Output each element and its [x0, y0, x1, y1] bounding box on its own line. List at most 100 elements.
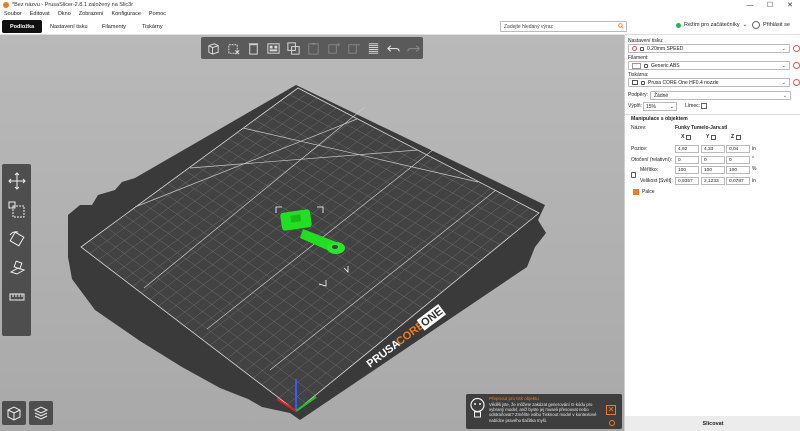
filament-color-swatch[interactable] [632, 62, 641, 69]
edit-printer-preset-icon[interactable] [793, 79, 800, 86]
3d-view-button[interactable] [2, 401, 26, 425]
filament-combo[interactable]: Generic ABS ⌄ [628, 61, 790, 70]
add-instance-button[interactable] [325, 40, 342, 57]
scale-y-input[interactable]: 100 [701, 166, 725, 174]
rotation-x-input[interactable]: 0 [675, 156, 699, 164]
search-icon [618, 23, 624, 29]
login-button[interactable]: Přihlásit se [752, 21, 790, 29]
mode-selector[interactable]: Režim pro začátečníky ⌄ [676, 22, 747, 28]
move-tool-button[interactable] [6, 170, 28, 192]
menu-window[interactable]: Okno [58, 11, 71, 17]
supports-combo[interactable]: Žádné ⌄ [650, 91, 791, 100]
minimize-button[interactable]: — [740, 0, 760, 10]
reset-icon[interactable] [736, 134, 742, 140]
title-bar: *Bez názvu - PrusaSlicer-2.8.1 založený … [0, 0, 800, 10]
print-settings-combo[interactable]: 0.20mm SPEED ⌄ [628, 44, 790, 53]
size-unit: in [752, 178, 756, 184]
menu-configuration[interactable]: Konfigurace [112, 11, 141, 17]
scale-x-input[interactable]: 100 [675, 166, 699, 174]
add-instance-icon [328, 42, 341, 54]
size-label: Velikost [Svět]: [640, 178, 673, 184]
close-notification-button[interactable]: ✕ [606, 405, 616, 415]
position-x-input[interactable]: 4,92 [675, 145, 699, 153]
edit-print-preset-icon[interactable] [793, 45, 800, 52]
slice-button[interactable]: Slicovat [625, 416, 800, 431]
arrange-icon [267, 42, 280, 54]
chevron-down-icon: ⌄ [782, 93, 787, 99]
menu-bar: Soubor Editovat Okno Zobrazení Konfigura… [0, 10, 800, 18]
window-controls: — ☐ ✕ [740, 0, 800, 10]
cut-tool-button[interactable] [6, 286, 28, 308]
copy-button[interactable] [285, 40, 302, 57]
delete-all-button[interactable] [245, 40, 262, 57]
add-button[interactable] [205, 40, 222, 57]
tab-bar: Podložka Nastavení tisku Filamenty Tiská… [0, 18, 800, 35]
place-on-face-tool-button[interactable] [6, 257, 28, 279]
tab-printers[interactable]: Tiskárny [134, 20, 171, 33]
top-toolbar [201, 37, 423, 59]
lock-icon [641, 80, 645, 85]
rotation-y-input[interactable]: 0 [701, 156, 725, 164]
edit-filament-preset-icon[interactable] [793, 62, 800, 69]
tab-plater[interactable]: Podložka [2, 20, 43, 33]
menu-file[interactable]: Soubor [4, 11, 22, 17]
menu-view[interactable]: Zobrazení [79, 11, 104, 17]
arrange-button[interactable] [265, 40, 282, 57]
position-label: Pozice: [631, 146, 648, 152]
undo-button[interactable] [385, 40, 402, 57]
paste-button[interactable] [305, 40, 322, 57]
layers-editing-button[interactable] [365, 40, 382, 57]
window-title: *Bez názvu - PrusaSlicer-2.8.1 založený … [12, 2, 134, 8]
inches-checkbox[interactable] [633, 189, 639, 195]
paste-icon [308, 42, 319, 55]
inches-label: Palce [642, 189, 655, 195]
menu-help[interactable]: Pomoc [149, 11, 166, 17]
maximize-button[interactable]: ☐ [760, 0, 780, 10]
delete-button[interactable] [225, 40, 242, 57]
lock-icon [644, 63, 648, 68]
rotate-tool-button[interactable] [6, 228, 28, 250]
size-x-input[interactable]: 0,9357 [675, 177, 699, 185]
position-z-input[interactable]: 0,04 [726, 145, 750, 153]
rotate-icon [8, 231, 25, 247]
mode-status-icon [676, 22, 681, 28]
redo-button[interactable] [405, 40, 422, 57]
position-y-input[interactable]: 4,33 [701, 145, 725, 153]
brim-checkbox[interactable] [701, 103, 707, 109]
move-icon [7, 172, 26, 190]
3d-viewport[interactable]: PRUSA CORE ONE Přepnout pro tisk objektu… [0, 35, 624, 431]
notification-text: Věděli jste, že můžete zakázat generován… [489, 402, 597, 423]
scale-z-input[interactable]: 100 [726, 166, 750, 174]
search-placeholder: Zadejte hledaný výraz [504, 23, 553, 30]
supports-value: Žádné [654, 92, 669, 99]
scale-tool-button[interactable] [6, 199, 28, 221]
preview-button[interactable] [29, 401, 53, 425]
close-window-button[interactable]: ✕ [780, 0, 800, 10]
axis-z-header: Z [731, 134, 742, 140]
mode-label: Režim pro začátečníky [684, 22, 740, 28]
printer-combo[interactable]: Prusa CORE One HF0.4 nozzle ⌄ [628, 78, 790, 87]
menu-edit[interactable]: Editovat [30, 11, 50, 17]
infill-combo[interactable]: 15% ⌄ [643, 102, 677, 111]
rotation-z-input[interactable]: 0 [726, 156, 750, 164]
tab-print-settings[interactable]: Nastavení tisku [42, 20, 96, 33]
lock-icon [640, 46, 644, 51]
trash-icon [248, 42, 259, 55]
tab-filaments[interactable]: Filamenty [94, 20, 134, 33]
reset-icon[interactable] [711, 134, 717, 140]
size-z-input[interactable]: 0,0787 [726, 177, 750, 185]
hint-bulb-icon [470, 397, 485, 418]
drop-to-bed-icon[interactable] [686, 134, 692, 140]
axis-x-header: X [681, 134, 692, 140]
remove-instance-icon [348, 43, 361, 54]
size-y-input[interactable]: 2,1233 [701, 177, 725, 185]
cube-icon [7, 406, 21, 421]
measure-icon [9, 293, 24, 301]
remove-instance-button[interactable] [345, 40, 362, 57]
divider [625, 114, 800, 115]
place-on-face-icon [9, 260, 25, 275]
lock-scale-icon[interactable] [631, 172, 636, 178]
search-input[interactable]: Zadejte hledaný výraz [500, 21, 627, 32]
brim-label: Límec: [685, 103, 701, 109]
notification-settings-icon[interactable] [609, 420, 615, 426]
